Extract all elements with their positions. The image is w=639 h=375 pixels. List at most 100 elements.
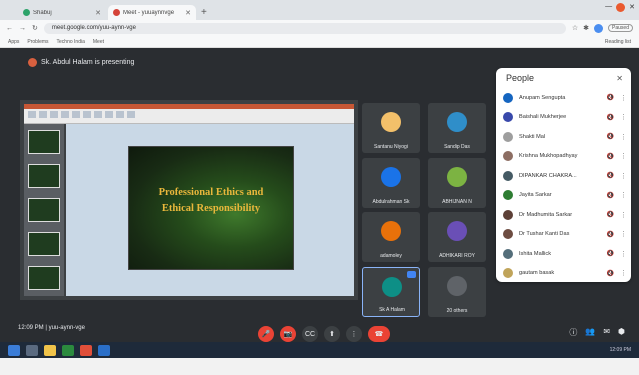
- browser-window: Shabuj ✕ Meet - yuuaynnvge ✕ + — ✕ ← → ↻…: [0, 0, 639, 342]
- tab-shabuj[interactable]: Shabuj ✕: [18, 5, 106, 20]
- mic-button[interactable]: 🎤: [258, 326, 274, 342]
- end-call-button[interactable]: ☎: [368, 326, 390, 342]
- forward-icon[interactable]: →: [19, 25, 26, 32]
- close-tab-icon[interactable]: ✕: [95, 9, 101, 17]
- paused-badge[interactable]: Paused: [608, 24, 633, 32]
- participant-name: ABHIJNAN N: [442, 199, 472, 205]
- app-icon[interactable]: [62, 344, 74, 356]
- back-icon[interactable]: ←: [6, 25, 13, 32]
- list-item[interactable]: Shakti Mal 🔇 ⋮: [496, 127, 631, 147]
- avatar[interactable]: [594, 23, 604, 33]
- activities-icon[interactable]: ⬢: [618, 327, 625, 338]
- bookmark-item[interactable]: Techno India: [57, 39, 85, 45]
- more-icon[interactable]: ⋮: [620, 113, 627, 121]
- more-icon[interactable]: ⋮: [620, 152, 627, 160]
- clock: 12:09 PM: [18, 325, 44, 331]
- avatar: [503, 209, 513, 220]
- slide-title-line1: Professional Ethics and: [158, 187, 264, 198]
- pin-icon[interactable]: [407, 271, 416, 278]
- close-tab-icon[interactable]: ✕: [185, 9, 191, 17]
- participant-name: Dr Madhumita Sarkar: [519, 211, 573, 218]
- slide-thumbnails: [24, 124, 64, 296]
- participant-name: Dr Tushar Kanti Das: [519, 231, 570, 238]
- camera-button[interactable]: 📷: [280, 326, 296, 342]
- more-icon[interactable]: ⋮: [620, 230, 627, 238]
- participant-tile[interactable]: Abdulrahman Sk: [362, 158, 420, 208]
- avatar: [381, 112, 401, 132]
- people-panel: People ✕ Anupam Sengupta 🔇 ⋮ Baishali Mukhe…: [496, 68, 631, 282]
- mic-icon: 🔇: [606, 173, 614, 180]
- participant-name: gautam basak: [519, 270, 555, 277]
- participant-tile[interactable]: Sk A Halam: [362, 267, 420, 317]
- bookmark-item[interactable]: Problems: [27, 39, 48, 45]
- participant-tile[interactable]: Santanu Niyogi: [362, 103, 420, 153]
- participant-name: Ishita Mallick: [519, 250, 552, 257]
- extensions-icon[interactable]: ✱: [583, 24, 589, 32]
- start-icon[interactable]: [8, 344, 20, 356]
- list-item[interactable]: Krishna Mukhopadhyay 🔇 ⋮: [496, 147, 631, 167]
- mic-icon: 🔇: [606, 95, 614, 102]
- paper-margin: [0, 358, 639, 375]
- participant-name: Baishali Mukherjee: [519, 114, 567, 121]
- new-tab-button[interactable]: +: [201, 5, 207, 20]
- slide-thumbnail: [28, 266, 60, 290]
- more-icon[interactable]: ⋮: [620, 172, 627, 180]
- slide-thumbnail: [28, 130, 60, 154]
- tab-meet[interactable]: Meet - yuuaynnvge ✕: [108, 5, 196, 20]
- avatar: [503, 268, 513, 279]
- list-item[interactable]: Dr Madhumita Sarkar 🔇 ⋮: [496, 205, 631, 225]
- chrome-icon[interactable]: [80, 344, 92, 356]
- bookmark-item[interactable]: Apps: [8, 39, 19, 45]
- list-item[interactable]: DIPANKAR CHAKRA... 🔇 ⋮: [496, 166, 631, 186]
- reading-list[interactable]: Reading list: [605, 39, 631, 45]
- more-icon[interactable]: ⋮: [620, 191, 627, 199]
- list-item[interactable]: Dr Tushar Kanti Das 🔇 ⋮: [496, 225, 631, 245]
- participant-name: Shakti Mal: [519, 133, 546, 140]
- more-icon[interactable]: ⋮: [620, 133, 627, 141]
- close-icon[interactable]: ✕: [616, 74, 623, 83]
- meeting-code: yuu-aynn-vge: [48, 325, 85, 331]
- list-item[interactable]: Anupam Sengupta 🔇 ⋮: [496, 88, 631, 108]
- slide-canvas: Professional Ethics and Ethical Responsi…: [66, 124, 354, 296]
- more-icon[interactable]: ⋮: [620, 211, 627, 219]
- participant-name: Jayita Sarkar: [519, 192, 552, 199]
- close-window-icon[interactable]: ✕: [629, 3, 635, 12]
- mic-icon: 🔇: [606, 231, 614, 238]
- list-item[interactable]: Jayita Sarkar 🔇 ⋮: [496, 186, 631, 206]
- more-icon[interactable]: ⋮: [620, 250, 627, 258]
- meeting-time: 12:09 PM | yuu-aynn-vge: [18, 325, 85, 331]
- avatar: [381, 167, 401, 187]
- info-icon[interactable]: ⓘ: [569, 327, 577, 338]
- more-icon[interactable]: ⋮: [620, 269, 627, 277]
- participant-tile[interactable]: adamoley: [362, 212, 420, 262]
- search-icon[interactable]: [26, 344, 38, 356]
- people-icon[interactable]: 👥: [585, 327, 595, 338]
- tab-label: Meet - yuuaynnvge: [123, 9, 175, 16]
- list-item[interactable]: gautam basak 🔇 ⋮: [496, 264, 631, 283]
- participant-tile[interactable]: ADHIKARI ROY: [428, 212, 486, 262]
- participant-tile[interactable]: 20 others: [428, 267, 486, 317]
- folder-icon[interactable]: [44, 344, 56, 356]
- url-input[interactable]: meet.google.com/yuu-aynn-vge: [43, 22, 566, 34]
- captions-button[interactable]: CC: [302, 326, 318, 342]
- mic-icon: 🔇: [606, 134, 614, 141]
- participant-tile[interactable]: ABHIJNAN N: [428, 158, 486, 208]
- app-icon[interactable]: [98, 344, 110, 356]
- favicon-icon: [113, 9, 120, 16]
- present-button[interactable]: ⬆: [324, 326, 340, 342]
- more-icon[interactable]: ⋮: [620, 94, 627, 102]
- mic-icon: 🔇: [606, 192, 614, 199]
- profile-icon[interactable]: [616, 3, 626, 12]
- windows-taskbar: 12:09 PM: [0, 342, 639, 358]
- more-options-button[interactable]: ⋮: [346, 326, 362, 342]
- participant-tile[interactable]: Sandip Das: [428, 103, 486, 153]
- reload-icon[interactable]: ↻: [32, 24, 38, 32]
- avatar: [503, 151, 513, 162]
- list-item[interactable]: Baishali Mukherjee 🔇 ⋮: [496, 108, 631, 128]
- participant-name: Krishna Mukhopadhyay: [519, 153, 578, 160]
- list-item[interactable]: Ishita Mallick 🔇 ⋮: [496, 244, 631, 264]
- bookmark-item[interactable]: Meet: [93, 39, 104, 45]
- star-icon[interactable]: ☆: [572, 24, 578, 32]
- chat-icon[interactable]: ✉: [603, 327, 610, 338]
- minimize-icon[interactable]: —: [605, 3, 612, 12]
